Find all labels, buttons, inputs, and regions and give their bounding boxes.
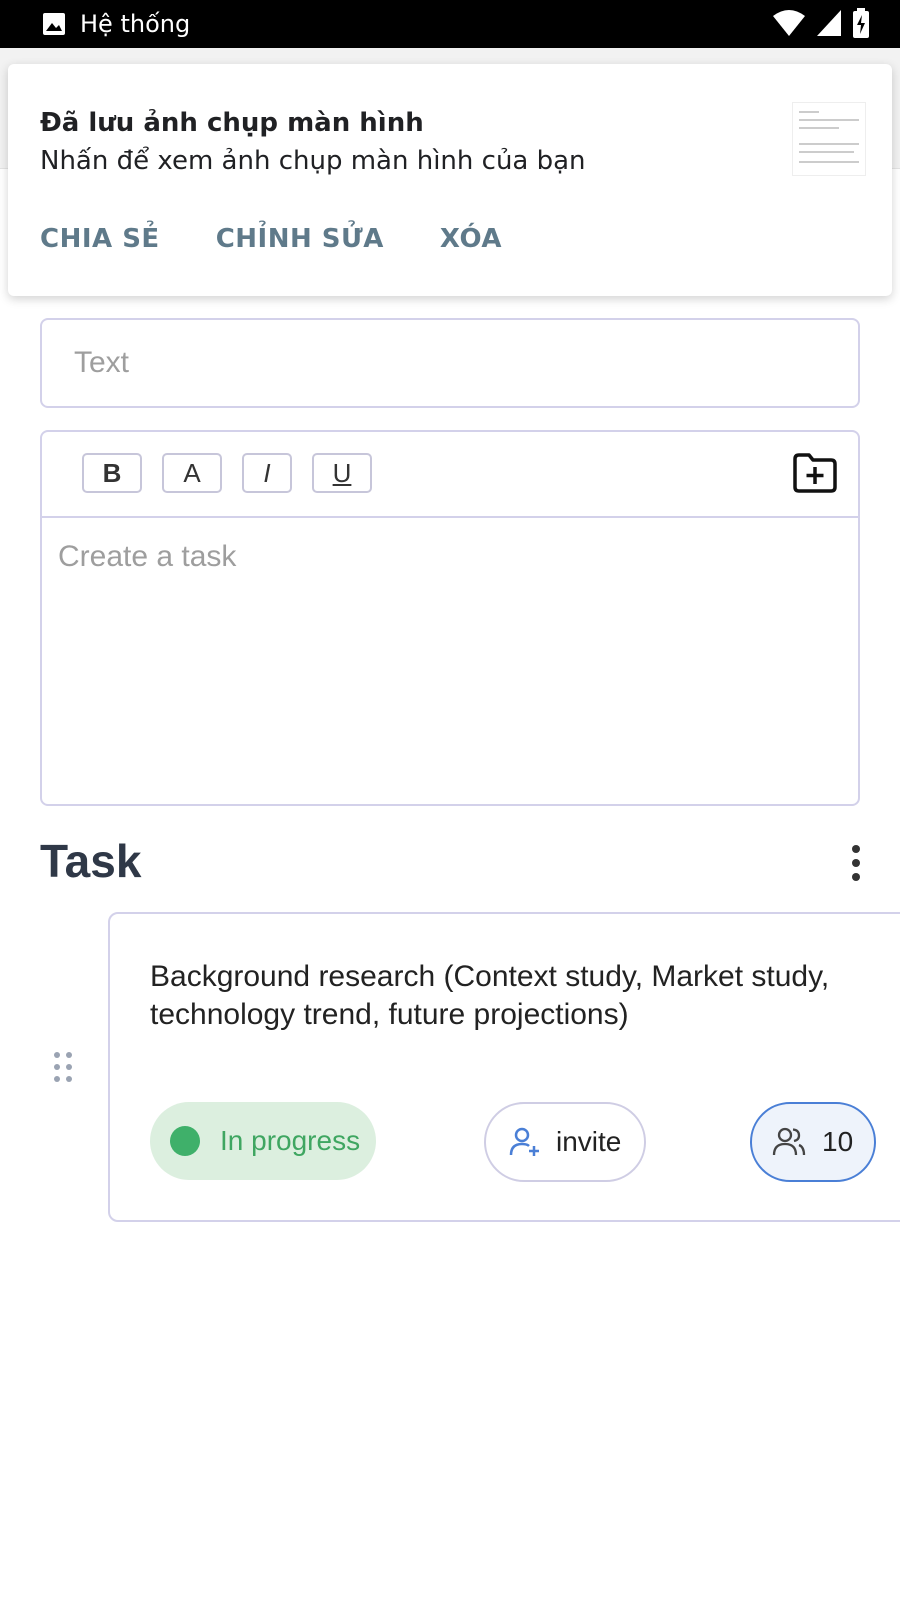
task-description: Background research (Context study, Mark… xyxy=(150,960,830,1031)
edit-button[interactable]: CHỈNH SỬA xyxy=(216,224,384,254)
section-title: Task xyxy=(40,835,142,887)
more-options-icon[interactable] xyxy=(846,842,866,882)
image-icon xyxy=(43,13,65,35)
text-color-button[interactable]: A xyxy=(162,453,222,493)
share-button[interactable]: CHIA SẺ xyxy=(40,224,160,254)
add-folder-icon[interactable] xyxy=(792,450,838,496)
task-card[interactable]: Background research (Context study, Mark… xyxy=(108,912,900,1222)
bold-button[interactable]: B xyxy=(82,453,142,493)
status-label: In progress xyxy=(220,1125,361,1156)
status-bar: Hệ thống xyxy=(0,0,900,48)
underline-button[interactable]: U xyxy=(312,453,372,493)
task-editor: B A I U xyxy=(40,430,860,806)
notification-title: Đã lưu ảnh chụp màn hình xyxy=(40,108,424,138)
text-field[interactable] xyxy=(40,318,860,408)
screenshot-thumbnail[interactable] xyxy=(792,102,866,176)
signal-icon xyxy=(817,10,841,36)
task-textarea[interactable] xyxy=(56,538,820,782)
add-user-icon xyxy=(509,1127,539,1156)
italic-button[interactable]: I xyxy=(242,453,292,493)
text-input[interactable] xyxy=(72,345,858,381)
status-bar-label: Hệ thống xyxy=(80,10,191,38)
status-badge[interactable]: In progress xyxy=(150,1102,376,1180)
invite-button[interactable]: invite xyxy=(484,1102,646,1182)
wifi-icon xyxy=(773,10,805,36)
editor-toolbar: B A I U xyxy=(42,432,858,518)
screenshot-notification[interactable]: Đã lưu ảnh chụp màn hình Nhấn để xem ảnh… xyxy=(8,64,892,296)
notification-text: Nhấn để xem ảnh chụp màn hình của bạn xyxy=(40,146,586,176)
members-button[interactable]: 10 xyxy=(750,1102,876,1182)
member-count: 10 xyxy=(822,1126,854,1157)
battery-icon xyxy=(853,8,869,38)
drag-handle-icon[interactable] xyxy=(52,1052,76,1088)
users-icon xyxy=(772,1127,806,1156)
invite-label: invite xyxy=(556,1126,622,1157)
delete-button[interactable]: XÓA xyxy=(440,224,502,254)
status-dot-icon xyxy=(170,1126,200,1156)
